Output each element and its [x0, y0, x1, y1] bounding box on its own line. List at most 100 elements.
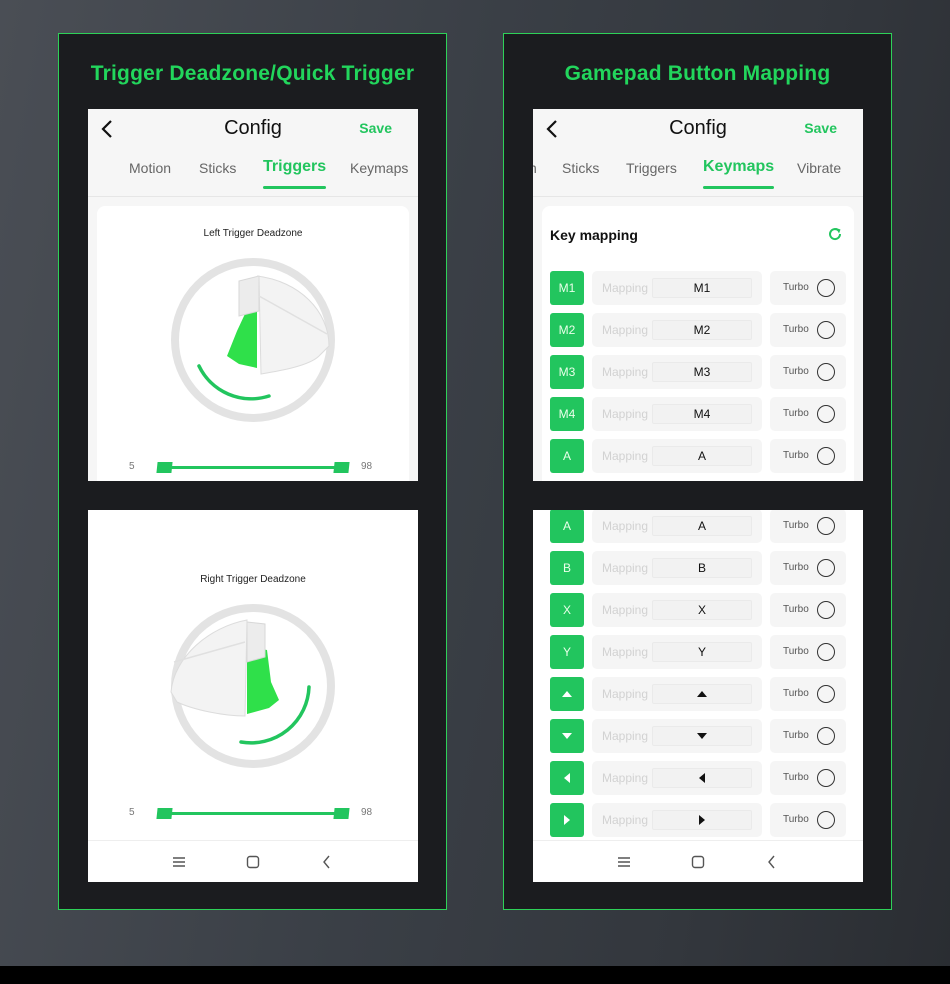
turbo-toggle: Turbo [770, 397, 846, 431]
mapping-input[interactable] [652, 726, 752, 746]
system-nav-bar [88, 840, 418, 882]
menu-icon[interactable] [615, 853, 633, 871]
tab-keymaps[interactable]: Keymaps [703, 158, 775, 189]
mapping-field: Mapping M3 [592, 355, 762, 389]
turbo-label: Turbo [783, 366, 809, 377]
mapping-field: Mapping A [592, 439, 762, 473]
mapping-label: Mapping [602, 687, 649, 701]
slider-thumb-max[interactable] [333, 808, 350, 819]
tab-motion[interactable]: n [533, 160, 537, 176]
tab-sticks[interactable]: Sticks [199, 160, 236, 176]
panel-title: Gamepad Button Mapping [564, 62, 831, 85]
turbo-radio[interactable] [817, 727, 835, 745]
key-badge[interactable]: Y [550, 635, 584, 669]
mapping-field: Mapping M4 [592, 397, 762, 431]
mapping-label: Mapping [602, 645, 649, 659]
mapping-label: Mapping [602, 813, 649, 827]
turbo-toggle: Turbo [770, 313, 846, 347]
turbo-label: Turbo [783, 324, 809, 335]
key-mapping-row: Mapping Turbo [550, 803, 854, 839]
slider-thumb-min[interactable] [156, 808, 173, 819]
key-badge[interactable] [550, 719, 584, 753]
key-badge[interactable]: M1 [550, 271, 584, 305]
turbo-toggle: Turbo [770, 677, 846, 711]
dpad-down-icon [562, 733, 572, 739]
key-badge[interactable]: M2 [550, 313, 584, 347]
turbo-radio[interactable] [817, 559, 835, 577]
key-badge[interactable]: M3 [550, 355, 584, 389]
tab-vibrate[interactable]: Vibrate [797, 160, 841, 176]
dpad-left-icon [564, 773, 570, 783]
right-trigger-image [169, 602, 337, 770]
phone-screen-keymaps-top: Config Save n Sticks Triggers Keymaps Vi… [533, 109, 863, 481]
tab-triggers[interactable]: Triggers [263, 158, 327, 189]
mapping-input[interactable]: B [652, 558, 752, 578]
key-mapping-card: Key mapping M1 Mapping M1 Turbo M2 Mapping M2 T… [542, 206, 854, 481]
key-mapping-row: Mapping Turbo [550, 761, 854, 797]
right-trigger-title: Right Trigger Deadzone [200, 574, 306, 585]
turbo-radio[interactable] [817, 447, 835, 465]
turbo-radio[interactable] [817, 769, 835, 787]
back-icon[interactable] [763, 853, 781, 871]
mapping-input[interactable]: X [652, 600, 752, 620]
turbo-radio[interactable] [817, 643, 835, 661]
mapping-field: Mapping M2 [592, 313, 762, 347]
key-badge[interactable] [550, 677, 584, 711]
key-badge[interactable]: X [550, 593, 584, 627]
mapping-input[interactable]: M4 [652, 404, 752, 424]
tab-bar: n Sticks Triggers Keymaps Vibrate [533, 157, 863, 193]
key-badge[interactable]: M4 [550, 397, 584, 431]
button-mapping-panel: Gamepad Button Mapping Config Save n Sti… [503, 33, 892, 910]
key-mapping-row: X Mapping X Turbo [550, 593, 854, 629]
key-mapping-row: Mapping Turbo [550, 677, 854, 713]
right-trigger-slider: 5 98 [97, 804, 409, 824]
key-mapping-row: M3 Mapping M3 Turbo [550, 355, 854, 391]
mapping-label: Mapping [602, 519, 649, 533]
refresh-icon[interactable] [826, 225, 844, 243]
back-icon[interactable] [318, 853, 336, 871]
turbo-radio[interactable] [817, 405, 835, 423]
mapping-input[interactable]: A [652, 516, 752, 536]
key-badge[interactable] [550, 803, 584, 837]
tab-motion[interactable]: Motion [129, 160, 171, 176]
key-badge[interactable]: B [550, 551, 584, 585]
mapping-input[interactable]: M1 [652, 278, 752, 298]
mapping-input[interactable]: M3 [652, 362, 752, 382]
mapping-input[interactable]: M2 [652, 320, 752, 340]
turbo-radio[interactable] [817, 517, 835, 535]
tab-sticks[interactable]: Sticks [562, 160, 599, 176]
mapping-input[interactable]: A [652, 446, 752, 466]
key-badge[interactable]: A [550, 439, 584, 473]
tab-triggers[interactable]: Triggers [626, 160, 677, 176]
slider-track[interactable] [156, 808, 350, 819]
key-mapping-row: B Mapping B Turbo [550, 551, 854, 587]
key-mapping-row: M2 Mapping M2 Turbo [550, 313, 854, 349]
mapping-input[interactable]: Y [652, 642, 752, 662]
turbo-radio[interactable] [817, 279, 835, 297]
slider-track[interactable] [156, 462, 350, 473]
slider-thumb-min[interactable] [156, 462, 173, 473]
menu-icon[interactable] [170, 853, 188, 871]
mapping-input[interactable] [652, 768, 752, 788]
save-button[interactable]: Save [359, 120, 392, 136]
slider-max-value: 98 [361, 461, 373, 472]
slider-thumb-max[interactable] [333, 462, 350, 473]
turbo-radio[interactable] [817, 363, 835, 381]
mapping-label: Mapping [602, 729, 649, 743]
save-button[interactable]: Save [804, 120, 837, 136]
turbo-radio[interactable] [817, 321, 835, 339]
panel-title: Trigger Deadzone/Quick Trigger [90, 62, 415, 85]
tab-keymaps[interactable]: Keymaps [350, 160, 408, 176]
key-badge[interactable] [550, 761, 584, 795]
bottom-bar [0, 966, 950, 984]
slider-max-value: 98 [361, 807, 373, 818]
mapping-input[interactable] [652, 684, 752, 704]
mapping-label: Mapping [602, 323, 649, 337]
home-icon[interactable] [689, 853, 707, 871]
home-icon[interactable] [244, 853, 262, 871]
turbo-radio[interactable] [817, 685, 835, 703]
key-badge[interactable]: A [550, 510, 584, 543]
mapping-input[interactable] [652, 810, 752, 830]
turbo-radio[interactable] [817, 601, 835, 619]
turbo-radio[interactable] [817, 811, 835, 829]
